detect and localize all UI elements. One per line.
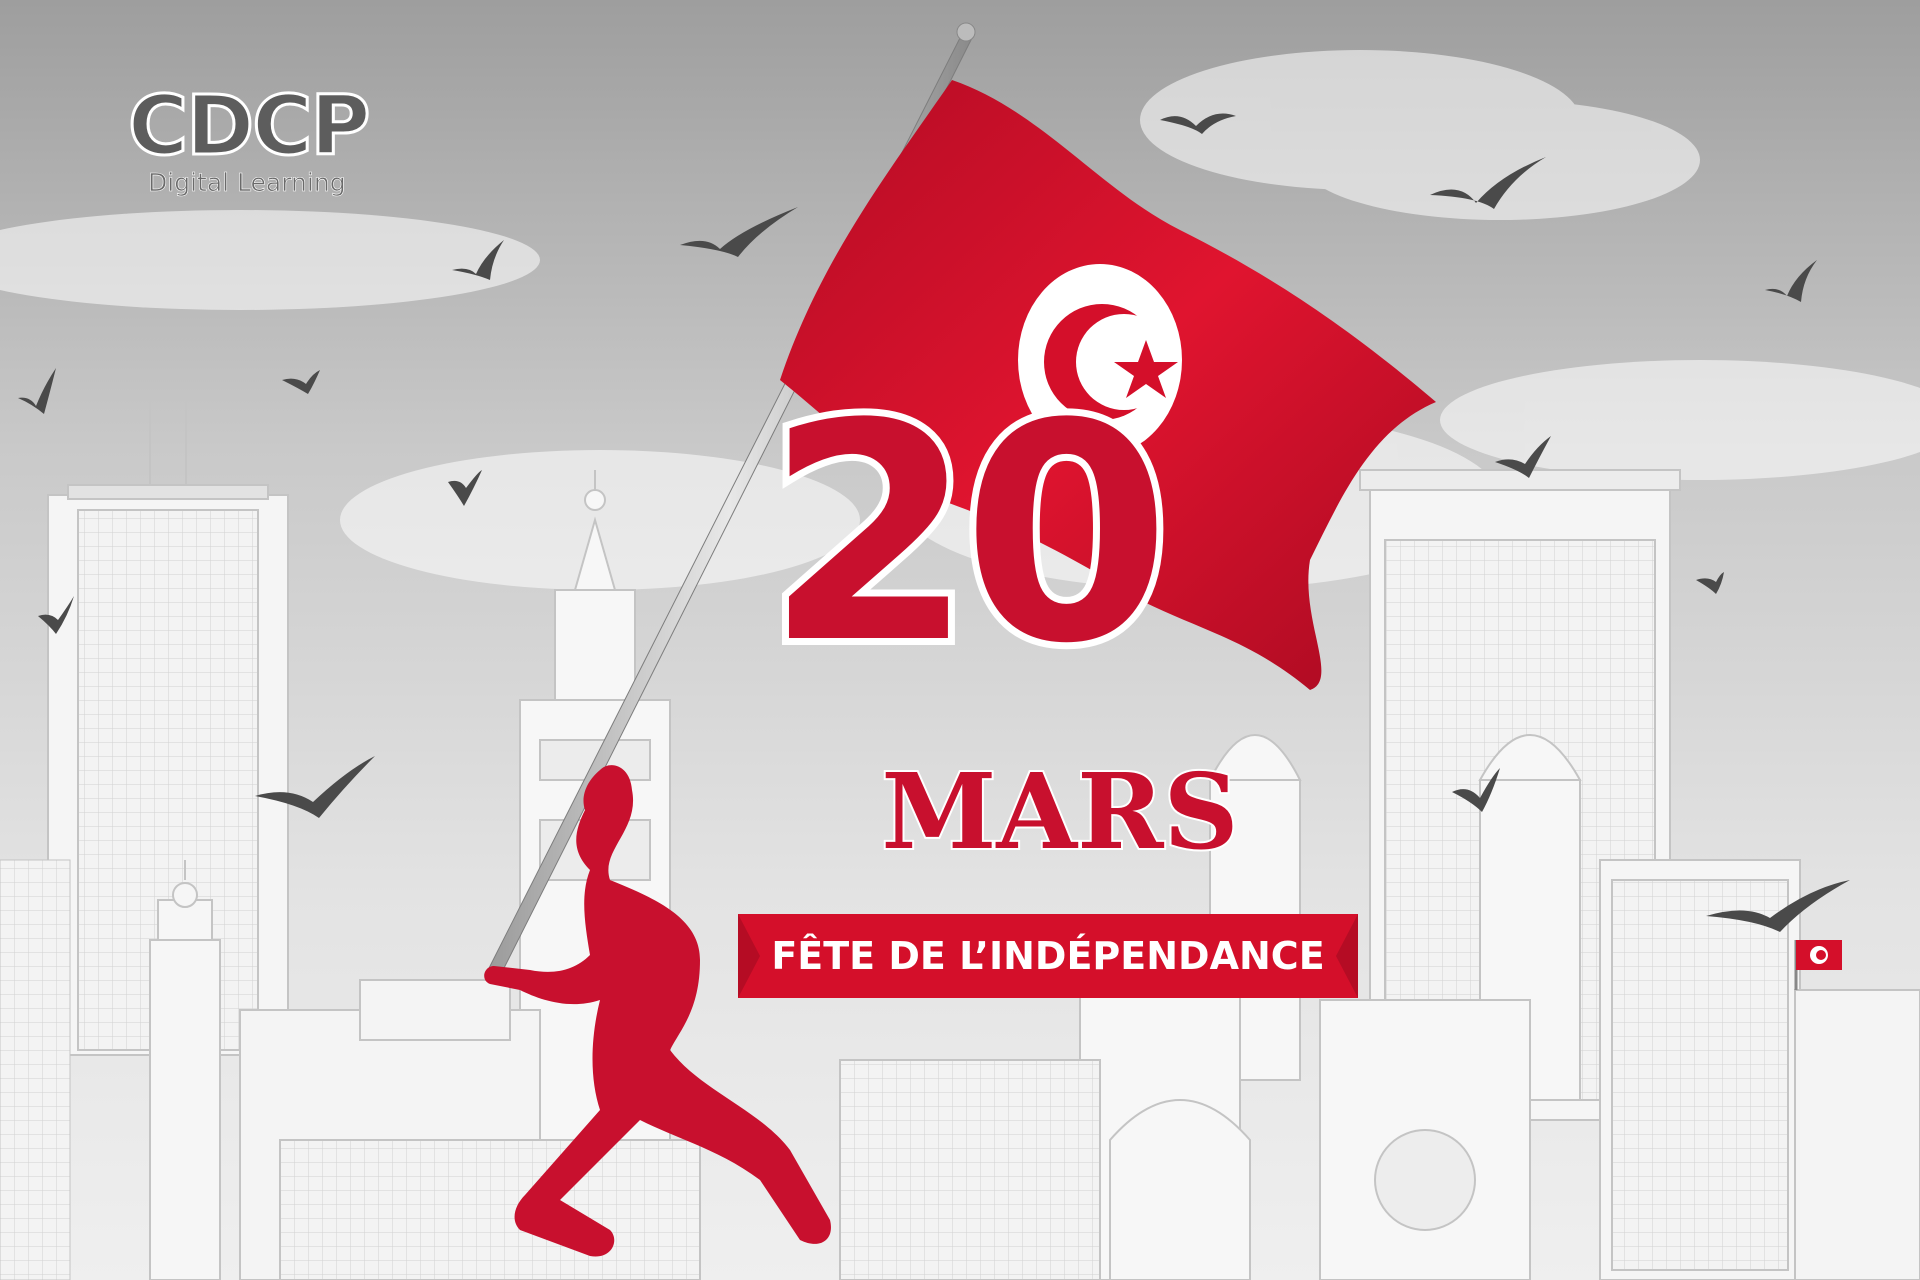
logo-wordmark: CDCP bbox=[127, 79, 373, 174]
headline-day: 20 bbox=[758, 360, 1177, 709]
left-low-building bbox=[0, 859, 71, 1280]
left-minaret bbox=[149, 860, 221, 1280]
logo-tagline: Digital Learning bbox=[148, 168, 346, 198]
headline-banner-text: FÊTE DE L’INDÉPENDANCE bbox=[771, 934, 1325, 978]
headline-month: MARS bbox=[879, 750, 1240, 873]
flag-pole-finial bbox=[956, 22, 976, 42]
